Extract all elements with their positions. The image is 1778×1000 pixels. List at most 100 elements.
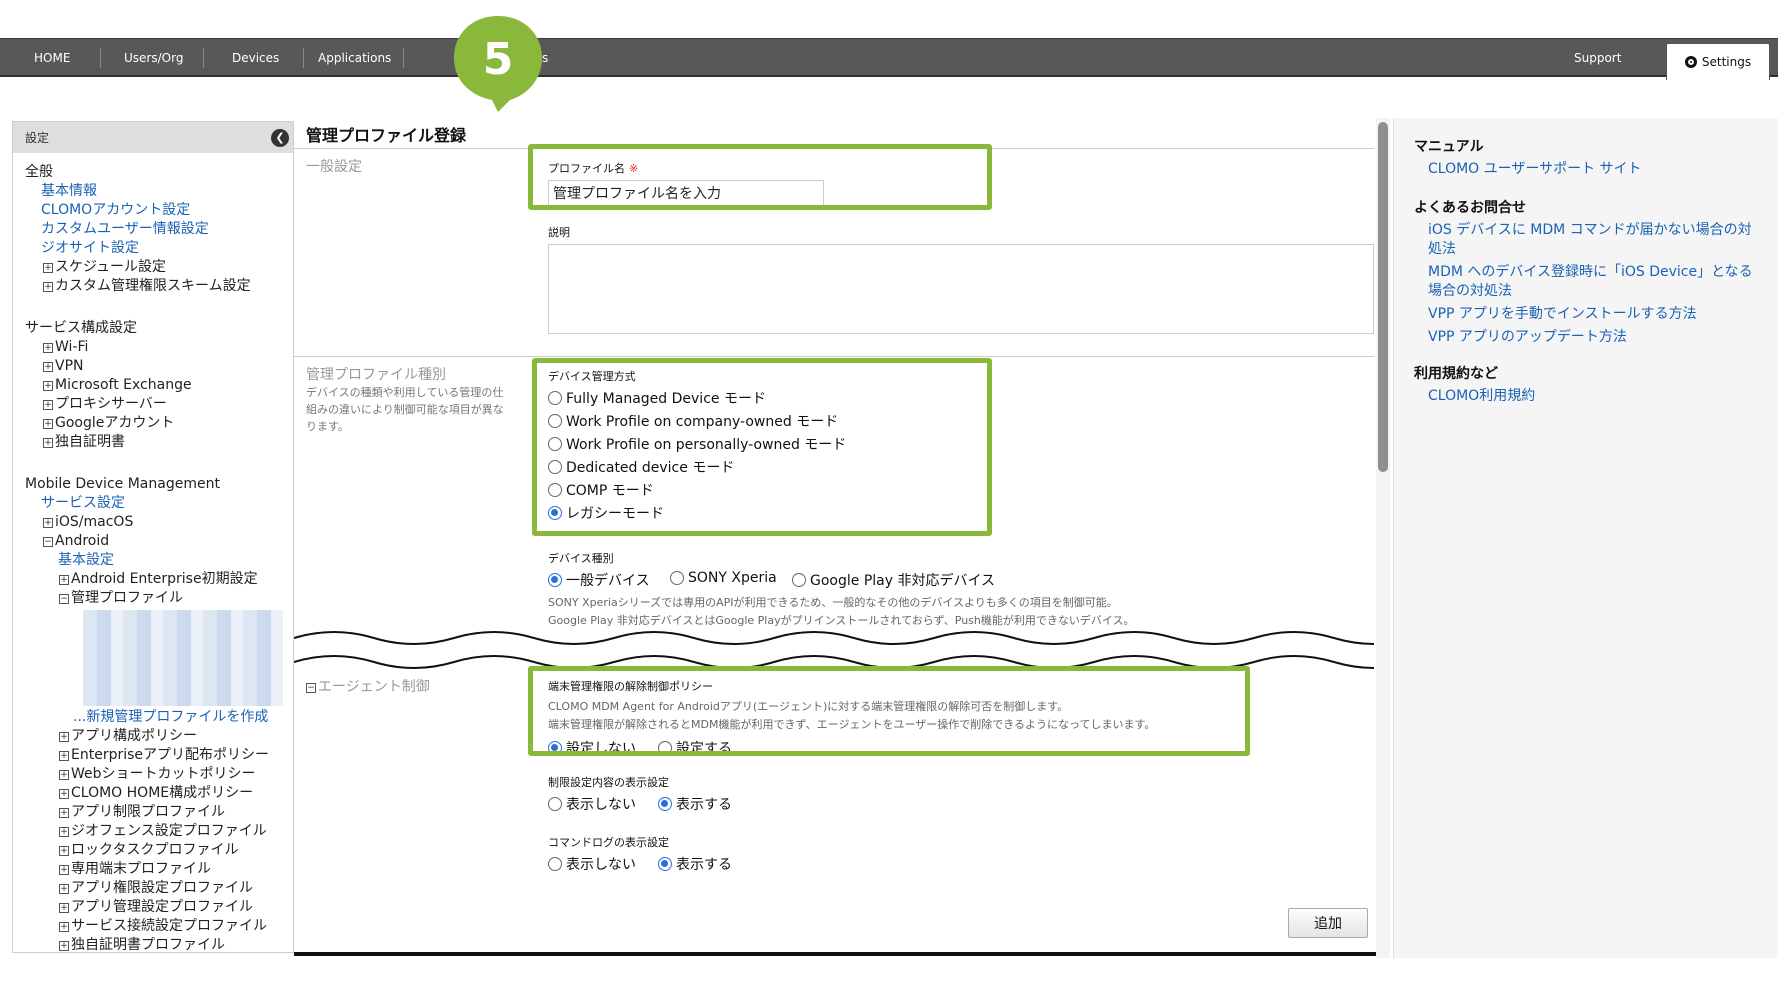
tree-node-cert[interactable]: + 独自証明書	[25, 433, 293, 452]
nav-support[interactable]: Support	[1574, 39, 1621, 76]
radio-selected-icon	[548, 573, 562, 587]
radio-icon	[792, 573, 806, 587]
restrict-option-hide[interactable]: 表示しない	[548, 794, 636, 814]
sidebar-header: 設定 ❮	[13, 122, 293, 153]
profile-type-desc: デバイスの種類や利用している管理の仕組みの違いにより制御可能な項目が異なります。	[306, 386, 504, 433]
expand-icon: +	[59, 808, 69, 818]
help-link-terms[interactable]: CLOMO利用規約	[1428, 387, 1758, 406]
nav-applications[interactable]: Applications	[298, 39, 411, 76]
tree-link-new-profile[interactable]: ...新規管理プロファイルを作成	[25, 708, 293, 727]
tree-link-android-basic[interactable]: 基本設定	[25, 551, 293, 570]
tree-node-enterprise[interactable]: + Android Enterprise初期設定	[25, 570, 293, 589]
settings-tree: 全般 基本情報 CLOMOアカウント設定 カスタムユーザー情報設定 ジオサイト設…	[13, 153, 293, 952]
tree-node-policy-1[interactable]: + Enterpriseアプリ配布ポリシー	[25, 746, 293, 765]
tree-link-service[interactable]: サービス設定	[25, 494, 293, 513]
gear-icon	[1684, 56, 1697, 68]
expand-icon: +	[59, 770, 69, 780]
tree-group-mdm: Mobile Device Management	[25, 476, 220, 492]
tree-link-basic-info[interactable]: 基本情報	[25, 182, 293, 201]
tree-node-wifi[interactable]: + Wi-Fi	[25, 338, 293, 357]
nav-home[interactable]: HOME	[14, 39, 104, 76]
expand-icon: +	[59, 884, 69, 894]
help-link-faq-3[interactable]: VPP アプリを手動でインストールする方法	[1428, 305, 1758, 324]
settings-label: Settings	[1701, 55, 1752, 69]
terms-heading: 利用規約など	[1414, 366, 1498, 382]
expand-icon: +	[59, 751, 69, 761]
expand-icon: +	[59, 941, 69, 951]
tree-group-all: 全般	[25, 164, 53, 180]
description-textarea[interactable]	[548, 244, 1374, 334]
tree-node-policy-9[interactable]: + アプリ管理設定プロファイル	[25, 898, 293, 917]
device-type-general[interactable]: 一般デバイス	[548, 570, 650, 590]
cmdlog-option-hide[interactable]: 表示しない	[548, 854, 636, 874]
tree-link-geosite[interactable]: ジオサイト設定	[25, 239, 293, 258]
manual-heading: マニュアル	[1414, 139, 1484, 155]
expand-icon: +	[43, 400, 53, 410]
expand-icon: +	[43, 282, 53, 292]
tree-node-ios[interactable]: + iOS/macOS	[25, 513, 293, 532]
expand-icon: +	[43, 419, 53, 429]
expand-icon: +	[59, 827, 69, 837]
tree-node-policy-5[interactable]: + ジオフェンス設定プロファイル	[25, 822, 293, 841]
tree-node-policy-0[interactable]: + アプリ構成ポリシー	[25, 727, 293, 746]
tree-node-policy-8[interactable]: + アプリ権限設定プロファイル	[25, 879, 293, 898]
tree-node-proxy[interactable]: + プロキシサーバー	[25, 395, 293, 414]
profile-form: 管理プロファイル登録 一般設定 プロファイル名※ 説明 管理プロファイル種別 デ…	[294, 118, 1374, 958]
scrollbar-thumb[interactable]	[1378, 122, 1388, 472]
main-scrollbar[interactable]	[1376, 118, 1390, 958]
expand-icon: +	[59, 922, 69, 932]
expand-icon: +	[43, 381, 53, 391]
restrict-option-show[interactable]: 表示する	[658, 794, 732, 814]
tree-node-exchange[interactable]: + Microsoft Exchange	[25, 376, 293, 395]
highlight-agent-policy	[528, 666, 1250, 756]
description-label: 説明	[548, 226, 570, 239]
collapse-icon: −	[59, 594, 69, 604]
help-panel: マニュアル CLOMO ユーザーサポート サイト よくあるお問合せ iOS デバ…	[1393, 118, 1778, 958]
expand-icon: +	[43, 518, 53, 528]
device-type-no-gplay[interactable]: Google Play 非対応デバイス	[792, 570, 995, 590]
highlight-profile-name	[528, 144, 992, 210]
help-link-faq-2[interactable]: MDM へのデバイス登録時に「iOS Device」となる場合の対処法	[1428, 263, 1758, 301]
tree-link-clomo-account[interactable]: CLOMOアカウント設定	[25, 201, 293, 220]
tree-group-service: サービス構成設定	[25, 320, 137, 336]
tree-node-policy-2[interactable]: + Webショートカットポリシー	[25, 765, 293, 784]
expand-icon: +	[43, 362, 53, 372]
radio-selected-icon	[658, 857, 672, 871]
help-link-support-site[interactable]: CLOMO ユーザーサポート サイト	[1428, 160, 1758, 179]
tree-node-policy-7[interactable]: + 専用端末プロファイル	[25, 860, 293, 879]
nav-settings[interactable]: Settings	[1666, 43, 1770, 80]
section-agent: − エージェント制御	[306, 679, 430, 695]
radio-icon	[548, 797, 562, 811]
radio-icon	[670, 571, 684, 585]
tree-node-policy-10[interactable]: + サービス接続設定プロファイル	[25, 917, 293, 936]
expand-icon: +	[59, 732, 69, 742]
help-link-faq-1[interactable]: iOS デバイスに MDM コマンドが届かない場合の対処法	[1428, 221, 1758, 259]
tree-node-android[interactable]: − Android	[25, 532, 293, 551]
expand-icon: +	[59, 865, 69, 875]
top-nav-bar: HOME Users/Org Devices Applications orts…	[0, 38, 1778, 80]
tree-node-policy-4[interactable]: + アプリ制限プロファイル	[25, 803, 293, 822]
settings-sidebar: 設定 ❮ 全般 基本情報 CLOMOアカウント設定 カスタムユーザー情報設定 ジ…	[12, 121, 294, 953]
section-general: 一般設定	[306, 159, 362, 175]
expand-icon: +	[43, 438, 53, 448]
nav-devices[interactable]: Devices	[212, 39, 299, 76]
collapse-sidebar-icon[interactable]: ❮	[271, 128, 289, 147]
device-note-1: SONY Xperiaシリーズでは専用のAPIが利用できるため、一般的なその他の…	[548, 596, 1118, 609]
nav-users-org[interactable]: Users/Org	[104, 39, 203, 76]
tree-node-schedule[interactable]: + スケジュール設定	[25, 258, 293, 277]
tree-node-vpn[interactable]: + VPN	[25, 357, 293, 376]
tree-node-custom-scheme[interactable]: + カスタム管理権限スキーム設定	[25, 277, 293, 296]
cmdlog-option-show[interactable]: 表示する	[658, 854, 732, 874]
help-link-faq-4[interactable]: VPP アプリのアップデート方法	[1428, 328, 1758, 347]
tree-node-policy-6[interactable]: + ロックタスクプロファイル	[25, 841, 293, 860]
add-button[interactable]: 追加	[1288, 908, 1368, 938]
device-type-label: デバイス種別	[548, 552, 614, 565]
restrict-label: 制限設定内容の表示設定	[548, 776, 669, 789]
collapse-icon: −	[43, 537, 53, 547]
tree-node-policy-3[interactable]: + CLOMO HOME構成ポリシー	[25, 784, 293, 803]
tree-link-custom-user[interactable]: カスタムユーザー情報設定	[25, 220, 293, 239]
tree-node-google[interactable]: + Googleアカウント	[25, 414, 293, 433]
tree-node-policy-11[interactable]: + 独自証明書プロファイル	[25, 936, 293, 952]
tree-node-managed-profile[interactable]: − 管理プロファイル	[25, 589, 293, 608]
device-type-xperia[interactable]: SONY Xperia	[670, 570, 777, 586]
